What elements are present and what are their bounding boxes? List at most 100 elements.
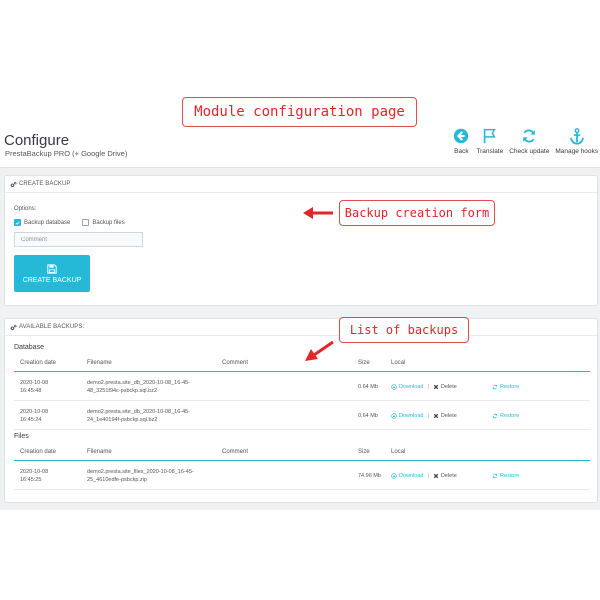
restore-label: Restore bbox=[500, 384, 520, 390]
create-backup-button[interactable]: CREATE BACKUP bbox=[14, 255, 90, 292]
check-update-button[interactable]: Check update bbox=[509, 127, 549, 155]
row-size: 0.64 Mb bbox=[358, 413, 378, 419]
download-link[interactable]: Download bbox=[391, 472, 423, 480]
save-icon bbox=[47, 263, 57, 274]
table-row: 2020-10-08 16:45:25 demo2.presta.site_fi… bbox=[14, 461, 590, 490]
arrow-icon bbox=[303, 207, 333, 219]
col-local: Local bbox=[391, 449, 406, 455]
table-row: 2020-10-08 16:45:24 demo2.presta.site_db… bbox=[14, 401, 590, 430]
download-icon bbox=[391, 384, 397, 390]
delete-link[interactable]: Delete bbox=[433, 472, 457, 480]
create-backup-panel: CREATE BACKUP Options: Backup database B… bbox=[4, 175, 598, 306]
manage-hooks-label: Manage hooks bbox=[555, 148, 598, 155]
module-page-callout: Module configuration page bbox=[182, 97, 417, 127]
row-restore: Restore bbox=[492, 472, 519, 480]
close-icon bbox=[433, 413, 439, 419]
translate-button[interactable]: Translate bbox=[476, 127, 503, 155]
check-update-label: Check update bbox=[509, 148, 550, 155]
delete-link[interactable]: Delete bbox=[433, 383, 457, 391]
page-area: Configure PrestaBackup PRO (+ Google Dri… bbox=[0, 95, 600, 510]
row-filename: demo2.presta.site_files_2020-10-08_16-45… bbox=[87, 469, 194, 483]
col-creation-date: Creation date bbox=[20, 360, 57, 366]
delete-label: Delete bbox=[440, 473, 457, 479]
back-button[interactable]: Back bbox=[452, 127, 470, 155]
download-link[interactable]: Download bbox=[391, 412, 423, 420]
table-header: Creation date Filename Comment Size Loca… bbox=[14, 445, 590, 461]
database-backups-table: Creation date Filename Comment Size Loca… bbox=[14, 356, 590, 430]
create-backup-button-label: CREATE BACKUP bbox=[22, 276, 82, 284]
refresh-icon bbox=[523, 129, 536, 143]
backup-database-label: Backup database bbox=[24, 219, 71, 226]
options-label: Options: bbox=[14, 206, 37, 212]
back-label: Back bbox=[454, 148, 469, 155]
available-backups-panel: AVAILABLE BACKUPS: Database Creation dat… bbox=[4, 318, 598, 503]
backup-form-callout: Backup creation form bbox=[339, 200, 495, 226]
row-size: 74.96 Mb bbox=[358, 473, 381, 479]
row-local-actions: Download | Delete bbox=[391, 472, 457, 480]
backup-options: Backup database Backup files bbox=[14, 219, 125, 226]
toolbar: Back Translate Check update Manage hooks bbox=[446, 127, 598, 155]
restore-link[interactable]: Restore bbox=[492, 383, 519, 391]
files-backups-table: Creation date Filename Comment Size Loca… bbox=[14, 445, 590, 490]
restore-link[interactable]: Restore bbox=[492, 412, 519, 420]
row-restore: Restore bbox=[492, 383, 519, 391]
manage-hooks-button[interactable]: Manage hooks bbox=[555, 127, 598, 155]
create-backup-heading: CREATE BACKUP bbox=[5, 176, 597, 193]
delete-link[interactable]: Delete bbox=[433, 412, 457, 420]
row-date: 2020-10-08 16:45:24 bbox=[20, 409, 49, 423]
refresh-icon bbox=[492, 413, 498, 419]
restore-label: Restore bbox=[500, 413, 520, 419]
anchor-icon bbox=[569, 128, 584, 145]
page-title: Configure bbox=[4, 132, 70, 149]
download-label: Download bbox=[399, 473, 424, 479]
row-filename: demo2.presta.site_db_2020-10-08_16-45-24… bbox=[87, 409, 191, 423]
col-filename: Filename bbox=[87, 449, 112, 455]
refresh-icon bbox=[492, 473, 498, 479]
separator: | bbox=[427, 384, 429, 390]
col-filename: Filename bbox=[87, 360, 112, 366]
backup-files-checkbox[interactable] bbox=[82, 219, 90, 226]
download-label: Download bbox=[399, 413, 424, 419]
row-size: 0.64 Mb bbox=[358, 384, 378, 390]
gears-icon bbox=[10, 324, 17, 330]
delete-label: Delete bbox=[440, 384, 457, 390]
close-icon bbox=[433, 384, 439, 390]
separator: | bbox=[427, 413, 429, 419]
delete-label: Delete bbox=[440, 413, 457, 419]
close-icon bbox=[433, 473, 439, 479]
backup-list-callout: List of backups bbox=[339, 317, 469, 343]
download-link[interactable]: Download bbox=[391, 383, 423, 391]
flag-icon bbox=[483, 128, 496, 144]
row-local-actions: Download | Delete bbox=[391, 412, 457, 420]
download-label: Download bbox=[399, 384, 424, 390]
col-comment: Comment bbox=[222, 449, 249, 455]
restore-label: Restore bbox=[500, 473, 520, 479]
restore-link[interactable]: Restore bbox=[492, 472, 519, 480]
page-subtitle: PrestaBackup PRO (+ Google Drive) bbox=[5, 149, 128, 158]
col-local: Local bbox=[391, 360, 406, 366]
col-creation-date: Creation date bbox=[20, 449, 57, 455]
available-backups-heading-text: AVAILABLE BACKUPS: bbox=[19, 324, 85, 330]
table-row: 2020-10-08 16:45:48 demo2.presta.site_db… bbox=[14, 372, 590, 401]
database-section-title: Database bbox=[14, 344, 44, 351]
separator: | bbox=[427, 473, 429, 479]
col-size: Size bbox=[358, 449, 370, 455]
backup-files-label: Backup files bbox=[92, 219, 125, 226]
row-date: 2020-10-08 16:45:48 bbox=[20, 380, 49, 394]
col-comment: Comment bbox=[222, 360, 249, 366]
col-size: Size bbox=[358, 360, 370, 366]
row-restore: Restore bbox=[492, 412, 519, 420]
back-icon bbox=[454, 128, 469, 144]
row-local-actions: Download | Delete bbox=[391, 383, 457, 391]
row-filename: demo2.presta.site_db_2020-10-08_16-45-48… bbox=[87, 380, 191, 394]
available-backups-heading: AVAILABLE BACKUPS: bbox=[5, 319, 597, 336]
download-icon bbox=[391, 413, 397, 419]
create-backup-heading-text: CREATE BACKUP bbox=[19, 181, 71, 187]
download-icon bbox=[391, 473, 397, 479]
backup-database-checkbox[interactable] bbox=[14, 219, 21, 226]
row-date: 2020-10-08 16:45:25 bbox=[20, 469, 49, 483]
check-icon bbox=[15, 221, 20, 225]
comment-input[interactable] bbox=[14, 232, 143, 247]
gears-icon bbox=[10, 181, 17, 187]
translate-label: Translate bbox=[476, 148, 504, 155]
